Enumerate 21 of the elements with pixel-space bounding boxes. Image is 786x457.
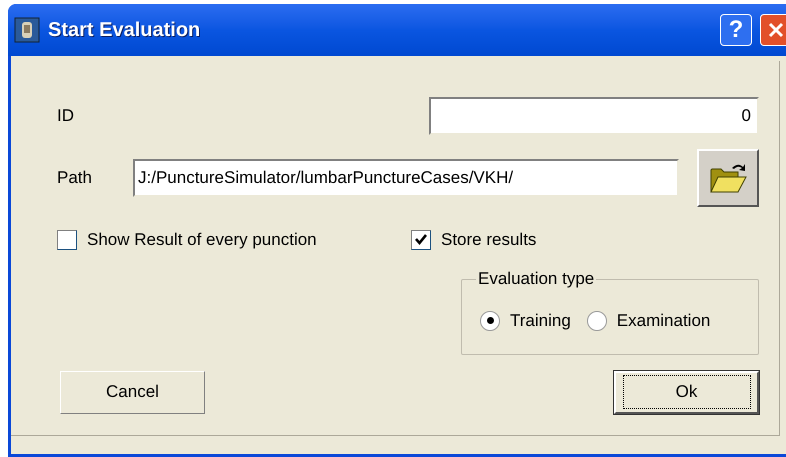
checkbox[interactable] (411, 230, 431, 250)
browse-folder-button[interactable] (697, 149, 759, 207)
path-field[interactable]: J:/PunctureSimulator/lumbarPunctureCases/VKH/ (133, 159, 679, 197)
close-button[interactable] (760, 14, 786, 46)
id-label: ID (57, 105, 74, 128)
close-icon (768, 22, 784, 38)
window-title: Start Evaluation (48, 18, 202, 43)
checkbox-label: Store results (441, 229, 536, 251)
radio-button[interactable] (586, 310, 607, 330)
radio-button[interactable] (480, 310, 500, 330)
checkbox-label: Show Result of every punction (87, 229, 317, 251)
path-label: Path (57, 167, 93, 190)
app-icon (14, 17, 40, 43)
radio-label: Examination (616, 310, 710, 332)
cancel-button[interactable]: Cancel (60, 370, 205, 414)
help-button[interactable]: ? (720, 14, 752, 46)
checkbox[interactable] (57, 230, 77, 250)
id-field[interactable]: 0 (429, 97, 759, 135)
checkmark-icon (415, 234, 427, 246)
ok-button[interactable]: Ok (614, 370, 759, 414)
radio-label: Training (510, 310, 571, 332)
